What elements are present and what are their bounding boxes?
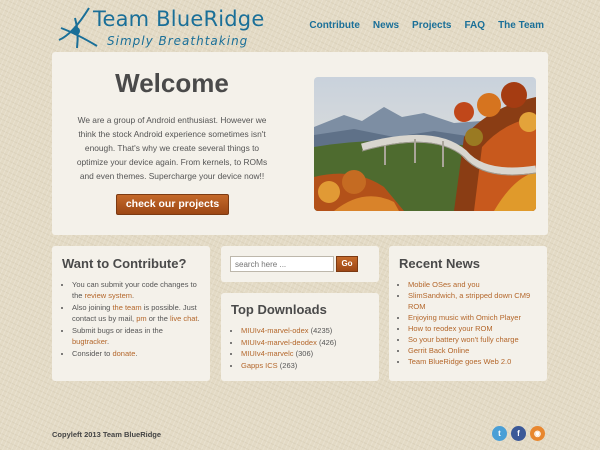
news-link[interactable]: So your battery won't fully charge	[408, 335, 519, 344]
copyright-text: Copyleft 2013 Team BlueRidge	[52, 430, 162, 439]
list-item: How to reodex your ROM	[408, 323, 538, 334]
news-link[interactable]: Gerrit Back Online	[408, 346, 469, 355]
contribute-heading: Want to Contribute?	[62, 256, 187, 271]
contribute-list: You can submit your code changes to the …	[72, 279, 202, 360]
brand-tagline: Simply Breathtaking	[107, 34, 249, 48]
download-link[interactable]: MIUIv4-marvel-odex	[241, 326, 309, 335]
twitter-icon[interactable]: t	[492, 426, 507, 441]
list-item: Also joining the team is possible. Just …	[72, 302, 202, 324]
hero-panel: Welcome We are a group of Android enthus…	[52, 52, 548, 235]
check-projects-button[interactable]: check our projects	[116, 194, 229, 215]
review-system-link[interactable]: review system	[85, 291, 133, 300]
download-link[interactable]: Gapps ICS	[241, 361, 278, 370]
brand-title: Team BlueRidge	[93, 7, 265, 31]
nav-the-team[interactable]: The Team	[498, 20, 544, 31]
download-count: (426)	[318, 337, 337, 347]
contribute-panel: Want to Contribute? You can submit your …	[52, 246, 210, 381]
rss-icon[interactable]: ◉	[530, 426, 545, 441]
download-count: (4235)	[310, 326, 333, 335]
nav-faq[interactable]: FAQ	[465, 20, 486, 31]
list-item: Consider to donate.	[72, 348, 202, 359]
hero-heading: Welcome	[115, 68, 229, 98]
list-item: Mobile OSes and you	[408, 279, 538, 290]
list-item: Gerrit Back Online	[408, 345, 538, 356]
list-item: MIUIv4-marvel-deodex (426)	[241, 337, 376, 348]
brand-logo[interactable]: Team BlueRidge Simply Breathtaking	[55, 4, 265, 50]
recent-news-panel: Recent News Mobile OSes and you SlimSand…	[389, 246, 547, 381]
list-item: MIUIv4-marvel-odex (4235)	[241, 325, 376, 336]
list-item: So your battery won't fully charge	[408, 334, 538, 345]
main-nav: Contribute News Projects FAQ The Team	[309, 20, 544, 31]
list-item: SlimSandwich, a stripped down CM9 ROM	[408, 290, 538, 312]
news-link[interactable]: Enjoying music with Omich Player	[408, 313, 521, 322]
download-link[interactable]: MIUIv4-marvel-deodex	[241, 338, 317, 347]
top-downloads-panel: Top Downloads MIUIv4-marvel-odex (4235) …	[221, 293, 379, 381]
news-list: Mobile OSes and you SlimSandwich, a stri…	[408, 279, 538, 367]
the-team-link[interactable]: the team	[112, 303, 141, 312]
list-item: Enjoying music with Omich Player	[408, 312, 538, 323]
news-link[interactable]: Mobile OSes and you	[408, 280, 480, 289]
social-links: t f ◉	[492, 426, 545, 441]
downloads-heading: Top Downloads	[231, 302, 327, 317]
nav-contribute[interactable]: Contribute	[309, 20, 360, 31]
list-item: Team BlueRidge goes Web 2.0	[408, 356, 538, 367]
bugtracker-link[interactable]: bugtracker	[72, 337, 107, 346]
donate-link[interactable]: donate	[112, 349, 135, 358]
list-item: Gapps ICS (263)	[241, 360, 376, 371]
hero-intro-text: We are a group of Android enthusiast. Ho…	[76, 115, 268, 181]
facebook-icon[interactable]: f	[511, 426, 526, 441]
search-input[interactable]	[230, 256, 334, 272]
nav-news[interactable]: News	[373, 20, 399, 31]
live-chat-link[interactable]: live chat	[170, 314, 198, 323]
nav-projects[interactable]: Projects	[412, 20, 451, 31]
download-count: (306)	[295, 349, 314, 358]
news-heading: Recent News	[399, 256, 480, 271]
news-link[interactable]: SlimSandwich, a stripped down CM9 ROM	[408, 291, 530, 311]
list-item: MIUIv4-marvelc (306)	[241, 348, 376, 359]
news-link[interactable]: How to reodex your ROM	[408, 324, 493, 333]
download-count: (263)	[279, 360, 298, 370]
list-item: You can submit your code changes to the …	[72, 279, 202, 301]
search-panel: Go	[221, 246, 379, 282]
downloads-list: MIUIv4-marvel-odex (4235) MIUIv4-marvel-…	[241, 325, 376, 371]
pm-link[interactable]: pm	[136, 314, 146, 323]
landscape-photo-icon	[314, 77, 536, 211]
search-go-button[interactable]: Go	[336, 256, 358, 272]
news-link[interactable]: Team BlueRidge goes Web 2.0	[408, 357, 511, 366]
list-item: Submit bugs or ideas in the bugtracker.	[72, 325, 202, 347]
landscape-image	[314, 77, 536, 211]
download-link[interactable]: MIUIv4-marvelc	[241, 349, 294, 358]
